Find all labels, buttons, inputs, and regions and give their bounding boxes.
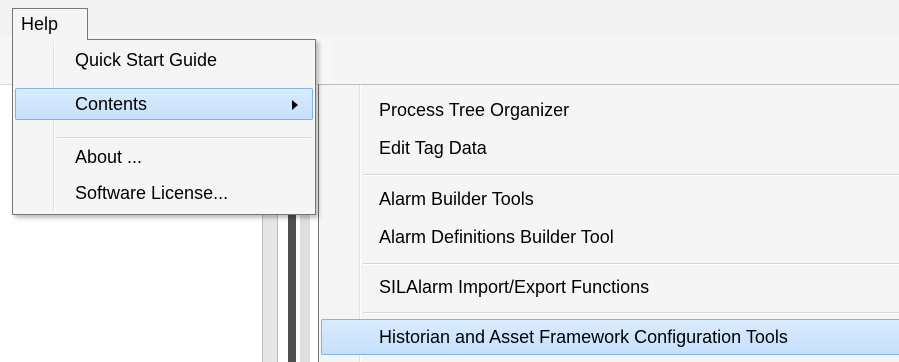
submenu-item-silalarm-import-export[interactable]: SILAlarm Import/Export Functions: [321, 269, 899, 305]
submenu-arrow-icon: [292, 100, 298, 110]
submenu-item-label: Edit Tag Data: [379, 138, 487, 158]
submenu-item-historian-af-config-tools[interactable]: Historian and Asset Framework Configurat…: [321, 319, 899, 355]
splitter-bar[interactable]: [262, 200, 278, 362]
application-window: Help Quick Start Guide Contents About ..…: [0, 0, 899, 362]
menu-item-quick-start-guide[interactable]: Quick Start Guide: [15, 44, 313, 76]
panel-edge: [300, 200, 310, 362]
menu-item-contents[interactable]: Contents: [15, 88, 313, 120]
menu-item-label: Quick Start Guide: [75, 50, 218, 70]
menu-item-label: Contents: [75, 94, 148, 114]
submenu-separator: [363, 174, 899, 176]
help-dropdown-menu: Quick Start Guide Contents About ... Sof…: [12, 39, 316, 215]
menu-help-label: Help: [21, 14, 59, 34]
submenu-item-label: Historian and Asset Framework Configurat…: [379, 327, 788, 347]
submenu-separator: [363, 312, 899, 314]
submenu-item-edit-tag-data[interactable]: Edit Tag Data: [321, 130, 899, 166]
submenu-item-label: Process Tree Organizer: [379, 100, 570, 120]
menu-separator: [57, 137, 311, 139]
menu-help[interactable]: Help: [12, 8, 88, 40]
submenu-item-label: Alarm Definitions Builder Tool: [379, 227, 614, 247]
menu-item-label: Software License...: [75, 183, 229, 203]
menu-item-software-license[interactable]: Software License...: [15, 177, 313, 209]
submenu-item-label: Alarm Builder Tools: [379, 189, 534, 209]
submenu-item-process-tree-organizer[interactable]: Process Tree Organizer: [321, 92, 899, 128]
contents-submenu: Process Tree Organizer Edit Tag Data Ala…: [318, 84, 899, 362]
submenu-item-label: SILAlarm Import/Export Functions: [379, 277, 650, 297]
submenu-separator: [363, 263, 899, 265]
menu-item-label: About ...: [75, 147, 143, 167]
splitter-bar-dark: [288, 200, 296, 362]
toolbar-area-right: [330, 36, 899, 85]
submenu-item-alarm-builder-tools[interactable]: Alarm Builder Tools: [321, 181, 899, 217]
submenu-item-alarm-definitions-builder-tool[interactable]: Alarm Definitions Builder Tool: [321, 219, 899, 255]
menu-item-about[interactable]: About ...: [15, 141, 313, 173]
menu-bar: [0, 0, 899, 37]
